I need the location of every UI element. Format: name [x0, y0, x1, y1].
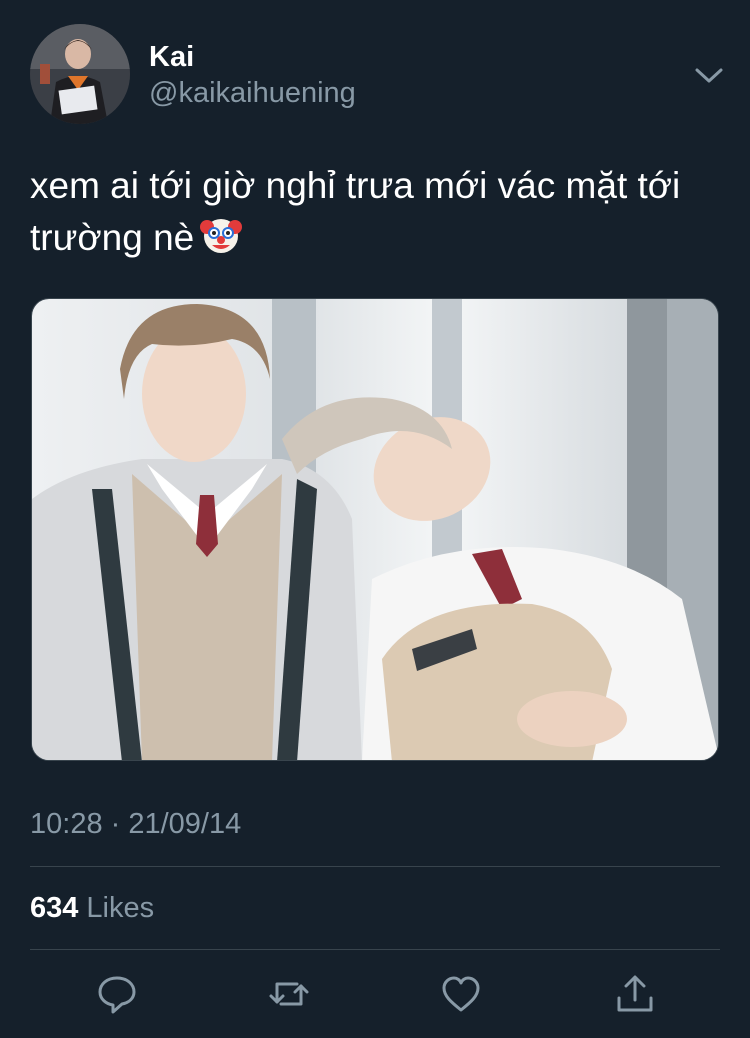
share-button[interactable]	[613, 972, 657, 1016]
tweet-text: xem ai tới giờ nghỉ trưa mới vác mặt tới…	[30, 160, 730, 264]
retweet-icon	[269, 982, 309, 1006]
avatar[interactable]	[30, 24, 130, 124]
chevron-down-icon[interactable]	[692, 60, 726, 90]
reply-icon	[98, 976, 136, 1014]
likes-label: Likes	[86, 892, 155, 924]
share-icon	[617, 975, 653, 1012]
retweet-button[interactable]	[267, 972, 311, 1016]
reply-button[interactable]	[95, 972, 139, 1016]
clown-face-icon	[200, 214, 243, 256]
tweet-text-content: xem ai tới giờ nghỉ trưa mới vác mặt tới…	[30, 165, 681, 258]
username[interactable]: @kaikaihuening	[149, 76, 356, 110]
photo-image	[32, 299, 718, 760]
avatar-photo	[30, 24, 130, 124]
display-name[interactable]: Kai	[149, 40, 194, 74]
like-button[interactable]	[439, 972, 483, 1016]
divider	[30, 949, 720, 950]
likes-stat[interactable]: 634 Likes	[30, 890, 154, 926]
divider	[30, 866, 720, 867]
tweet-detail: Kai @kaikaihuening xem ai tới giờ nghỉ t…	[0, 0, 750, 1038]
tweet-timestamp[interactable]: 10:28 · 21/09/14	[30, 806, 241, 842]
like-heart-icon	[442, 976, 480, 1012]
tweet-media-photo[interactable]	[31, 298, 719, 761]
likes-count: 634	[30, 892, 79, 924]
